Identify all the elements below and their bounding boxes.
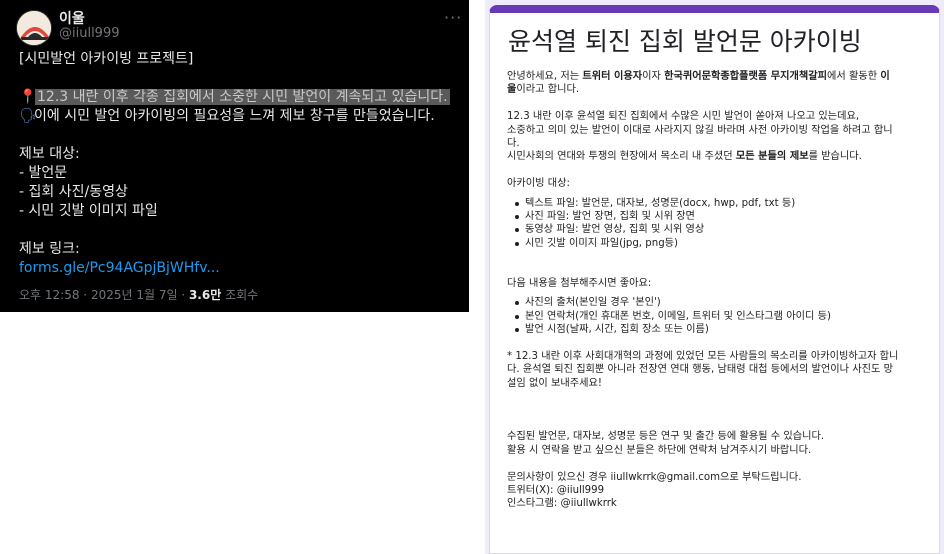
tweet-line-target: - 발언문: [19, 165, 68, 181]
list-item: 발언 시점(날짜, 시간, 집회 장소 또는 이름): [507, 323, 927, 336]
note-line: * 12.3 내란 이후 사회대개혁의 과정에 있었던 모든 사람들의 목소리를…: [507, 351, 899, 363]
tweet-time[interactable]: 오후 12:58: [19, 288, 79, 302]
tweet-line-targets-label: 제보 대상:: [19, 146, 80, 162]
form-header-card: 윤석열 퇴진 집회 발언문 아카이빙 안녕하세요, 저는 트위터 이용자이자 한…: [489, 5, 940, 554]
form-title: 윤석열 퇴진 집회 발언문 아카이빙: [508, 27, 862, 56]
tweet-line-link-label: 제보 링크:: [19, 241, 80, 257]
archive-label: 아카이빙 대상:: [507, 178, 570, 190]
avatar[interactable]: [16, 10, 52, 46]
user-handle[interactable]: @iiull999: [59, 26, 120, 41]
tweet-meta: 오후 12:58 · 2025년 1월 7일 · 3.6만 조회수: [19, 288, 259, 302]
intro-line-2: 울이라고 합니다.: [507, 84, 580, 96]
usage-line: 활용 시 연락을 받고 싶으신 분들은 하단에 연락처 남겨주시기 바랍니다.: [507, 444, 812, 456]
contact-instagram: 인스타그램: @iiullwkrrk: [507, 498, 617, 510]
tweet-line-target: - 시민 깃발 이미지 파일: [19, 203, 158, 219]
purpose-line: 12.3 내란 이후 윤석열 퇴진 집회에서 수많은 시민 발언이 쏟아져 나오…: [507, 111, 860, 123]
form-description: 안녕하세요, 저는 트위터 이용자이자 한국퀴어문학종합플랫폼 무지개책갈피에서…: [507, 70, 927, 511]
purpose-line: 시민사회의 연대와 투쟁의 현장에서 목소리 내 주셨던 모든 분들의 제보를 …: [507, 151, 862, 163]
intro-line-1: 안녕하세요, 저는 트위터 이용자이자 한국퀴어문학종합플랫폼 무지개책갈피에서…: [507, 71, 890, 82]
note-line: 설임 없이 보내주세요!: [507, 377, 602, 389]
list-item: 시민 깃발 이미지 파일(jpg, png등): [507, 237, 927, 250]
purpose-line: 소중하고 의미 있는 발언이 이대로 사라지지 않길 바라며 사전 아카이빙 작…: [507, 124, 893, 136]
tweet-card: 이울 @iiull999 ··· [시민발언 아카이빙 프로젝트] 📍12.3 …: [0, 0, 469, 312]
tweet-line-purpose-text: 이에 시민 발언 아카이빙의 필요성을 느껴 제보 창구를 만들었습니다.: [34, 108, 435, 124]
contact-twitter: 트위터(X): @iiull999: [507, 485, 605, 497]
view-count: 3.6만: [188, 288, 222, 302]
list-item: 사진 파일: 발언 장면, 집회 및 시위 장면: [507, 210, 927, 223]
tweet-date[interactable]: 2025년 1월 7일: [91, 288, 178, 302]
note-line: 다. 윤석열 퇴진 집회뿐 아니라 전장연 연대 행동, 남태령 대첩 등에서의…: [507, 364, 893, 376]
more-options-icon[interactable]: ···: [444, 8, 462, 27]
tweet-text: [시민발언 아카이빙 프로젝트] 📍12.3 내란 이후 각종 집회에서 소중한…: [19, 50, 459, 278]
pin-icon: 📍: [19, 89, 37, 105]
tweet-line-project: [시민발언 아카이빙 프로젝트]: [19, 51, 194, 67]
list-item: 본인 연락처(개인 휴대폰 번호, 이메일, 트위터 및 인스타그램 아이디 등…: [507, 310, 927, 323]
list-item: 동영상 파일: 발언 영상, 집회 및 시위 영상: [507, 223, 927, 236]
tweet-line-purpose: 🗣이에 시민 발언 아카이빙의 필요성을 느껴 제보 창구를 만들었습니다.: [19, 107, 459, 126]
highlighted-text: 12.3 내란 이후 각종 집회에서 소중한 시민 발언이 계속되고 있습니다.: [35, 89, 450, 105]
speaking-head-icon: 🗣: [19, 108, 37, 124]
attach-list: 사진의 출처(본인일 경우 '본인') 본인 연락처(개인 휴대폰 번호, 이메…: [507, 296, 927, 336]
contact-email: 문의사항이 있으신 경우 iiullwkrrk@gmail.com으로 부탁드립…: [507, 471, 802, 483]
view-count-label: 조회수: [221, 288, 259, 302]
attach-label: 다음 내용을 첨부해주시면 좋아요:: [507, 278, 652, 290]
display-name[interactable]: 이울: [59, 8, 85, 28]
usage-line: 수집된 발언문, 대자보, 성명문 등은 연구 및 출간 등에 활용될 수 있습…: [507, 431, 825, 443]
list-item: 사진의 출처(본인일 경우 '본인'): [507, 296, 927, 309]
list-item: 텍스트 파일: 발언문, 대자보, 성명문(docx, hwp, pdf, tx…: [507, 197, 927, 210]
tweet-line-intro: 📍12.3 내란 이후 각종 집회에서 소중한 시민 발언이 계속되고 있습니다…: [19, 88, 459, 107]
tweet-line-target: - 집회 사진/동영상: [19, 184, 128, 200]
purpose-line: 다.: [507, 138, 520, 150]
form-link[interactable]: forms.gle/Pc94AGpjBjWHfv...: [19, 260, 220, 276]
archive-list: 텍스트 파일: 발언문, 대자보, 성명문(docx, hwp, pdf, tx…: [507, 197, 927, 251]
